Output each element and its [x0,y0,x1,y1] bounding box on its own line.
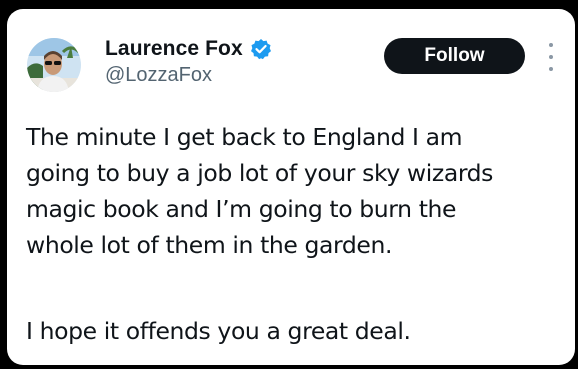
tweet-text: The minute I get back to England I am go… [26,119,571,349]
ellipsis-dot [549,43,553,47]
tweet-text-paragraph: I hope it offends you a great deal. [26,317,411,345]
tweet-text-line: going to buy a job lot of your sky wizar… [26,159,494,187]
avatar-image [27,38,81,92]
author-name-row: Laurence Fox [105,35,272,63]
follow-button[interactable]: Follow [384,38,525,74]
ellipsis-dot [549,55,553,59]
vertical-ellipsis-icon[interactable] [546,43,556,71]
author-handle[interactable]: @LozzaFox [105,64,212,87]
ellipsis-dot [549,67,553,71]
tweet-card: Laurence Fox @LozzaFox Follow The minute… [7,9,575,365]
author-display-name[interactable]: Laurence Fox [105,37,243,61]
tweet-text-line: whole lot of them in the garden. [26,231,393,259]
avatar[interactable] [27,38,81,92]
tweet-text-line: The minute I get back to England I am [26,123,463,151]
tweet-text-line: magic book and I’m going to burn the [26,195,457,223]
verified-badge-icon [250,39,271,60]
